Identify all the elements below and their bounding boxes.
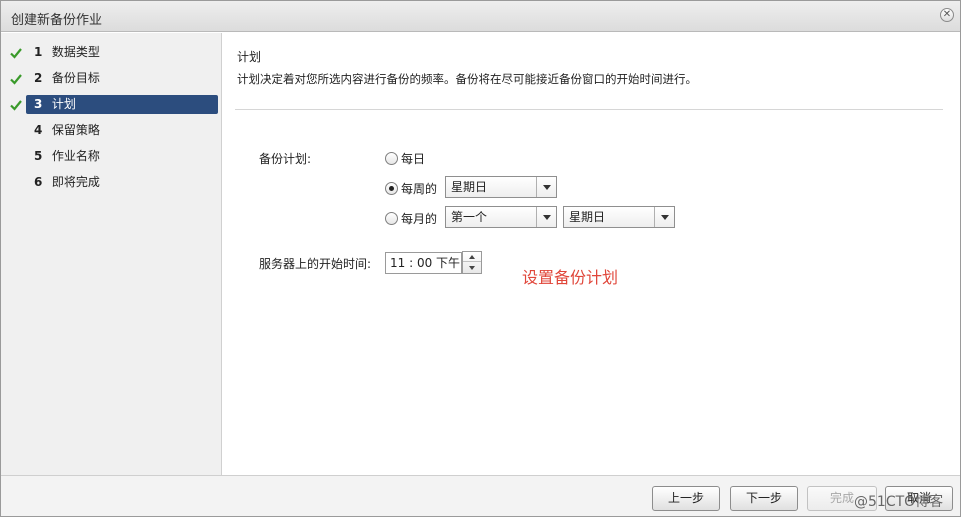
wizard-step-schedule[interactable]: 3 计划 (26, 95, 218, 114)
watermark-text: @51CTO博客 (854, 494, 944, 510)
step-number: 5 (34, 149, 43, 163)
dialog-footer: 上一步 下一步 完成 取消 @51CTO博客 (1, 475, 960, 516)
radio-label-weekly: 每周的 (401, 181, 438, 196)
prev-button[interactable]: 上一步 (652, 486, 720, 511)
step-number: 1 (34, 45, 43, 59)
section-description: 计划决定着对您所选内容进行备份的频率。备份将在尽可能接近备份窗口的开始时间进行。 (237, 72, 697, 86)
weekly-day-value: 星期日 (451, 180, 488, 194)
radio-button[interactable] (385, 211, 398, 225)
radio-label-daily: 每日 (401, 151, 426, 166)
monthly-day-value: 星期日 (569, 210, 606, 224)
step-number: 4 (34, 123, 43, 137)
checkmark-icon (9, 98, 23, 112)
checkmark-icon (9, 46, 23, 60)
dialog-title: 创建新备份作业 (11, 13, 103, 28)
time-spinner[interactable] (462, 251, 482, 274)
monthly-week-select[interactable]: 第一个 (445, 206, 557, 228)
step-label: 备份目标 (51, 71, 100, 85)
wizard-step-job-name[interactable]: 5 作业名称 (26, 147, 218, 166)
radio-button-selected[interactable] (385, 181, 398, 195)
step-number: 6 (34, 175, 43, 189)
chevron-down-icon[interactable] (536, 207, 556, 227)
step-label: 数据类型 (51, 45, 100, 59)
wizard-step-retention-policy[interactable]: 4 保留策略 (26, 121, 218, 140)
wizard-step-ready-to-complete[interactable]: 6 即将完成 (26, 173, 218, 192)
backup-schedule-label: 备份计划: (259, 152, 312, 166)
radio-button[interactable] (385, 151, 398, 165)
start-time-input[interactable]: 11 : 00 下午 (385, 252, 462, 274)
radio-weekly[interactable]: 每周的 (385, 177, 437, 199)
step-number: 2 (34, 71, 43, 85)
step-label: 即将完成 (51, 175, 100, 189)
radio-label-monthly: 每月的 (401, 211, 438, 226)
checkmark-icon (9, 72, 23, 86)
spinner-up-icon[interactable] (463, 252, 481, 262)
monthly-week-value: 第一个 (451, 210, 488, 224)
start-time-label: 服务器上的开始时间: (259, 257, 372, 271)
create-backup-job-dialog: 创建新备份作业 ✕ 1 数据类型 2 备份目标 3 计划 4 保留策略 5 作业… (0, 0, 961, 517)
step-number: 3 (34, 97, 43, 111)
spinner-down-icon[interactable] (463, 263, 481, 273)
schedule-panel: 计划 计划决定着对您所选内容进行备份的频率。备份将在尽可能接近备份窗口的开始时间… (223, 33, 960, 475)
monthly-day-select[interactable]: 星期日 (563, 206, 675, 228)
wizard-step-backup-target[interactable]: 2 备份目标 (26, 69, 218, 88)
wizard-steps-sidebar: 1 数据类型 2 备份目标 3 计划 4 保留策略 5 作业名称 6 即将完成 (1, 33, 222, 475)
next-button[interactable]: 下一步 (730, 486, 798, 511)
divider (235, 109, 943, 110)
close-icon[interactable]: ✕ (940, 8, 954, 22)
radio-daily[interactable]: 每日 (385, 147, 425, 169)
radio-monthly[interactable]: 每月的 (385, 207, 437, 229)
chevron-down-icon[interactable] (654, 207, 674, 227)
dialog-titlebar: 创建新备份作业 ✕ (1, 1, 960, 32)
annotation-text: 设置备份计划 (522, 268, 619, 287)
wizard-step-data-type[interactable]: 1 数据类型 (26, 43, 218, 62)
section-title: 计划 (237, 50, 262, 64)
weekly-day-select[interactable]: 星期日 (445, 176, 557, 198)
chevron-down-icon[interactable] (536, 177, 556, 197)
step-label: 计划 (51, 97, 76, 111)
step-label: 保留策略 (51, 123, 100, 137)
step-label: 作业名称 (51, 149, 100, 163)
